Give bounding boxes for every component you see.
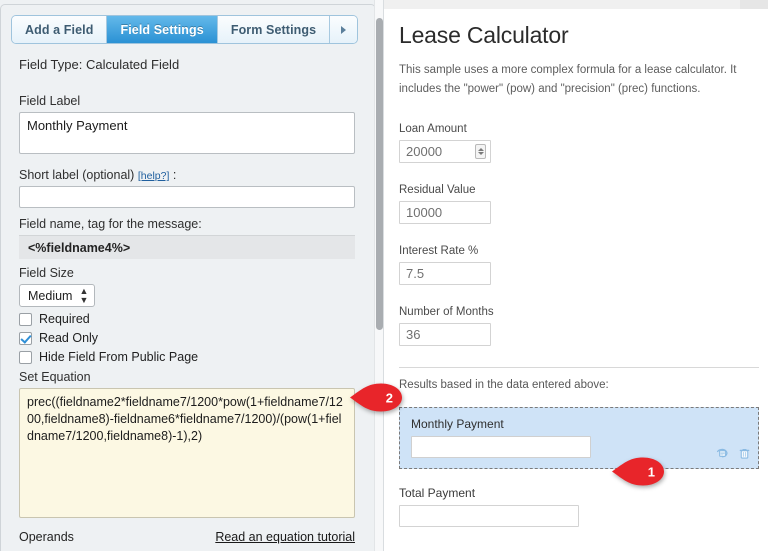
checkbox-read-only[interactable]	[19, 332, 32, 345]
checkbox-required[interactable]	[19, 313, 32, 326]
short-label-caption-colon: :	[173, 168, 176, 182]
spinner-down-arrow-icon[interactable]	[478, 152, 484, 155]
section-divider	[399, 367, 759, 368]
field-name-caption: Field name, tag for the message:	[19, 217, 359, 231]
top-background-strip-accent	[740, 0, 768, 9]
chevron-right-icon	[341, 26, 346, 34]
field-settings-panel-inner: Add a Field Field Settings Form Settings…	[0, 4, 376, 551]
spinner-up-arrow-icon[interactable]	[478, 148, 484, 151]
field-group-number-of-months: Number of Months	[399, 306, 759, 346]
field-settings-panel: Add a Field Field Settings Form Settings…	[0, 0, 384, 551]
tab-field-settings[interactable]: Field Settings	[107, 16, 217, 43]
screenshot-root: Add a Field Field Settings Form Settings…	[0, 0, 768, 551]
operands-label: Operands	[19, 530, 74, 544]
callout-marker-1-number: 1	[648, 464, 655, 479]
equation-tutorial-link[interactable]: Read an equation tutorial	[215, 530, 355, 544]
checkbox-required-label: Required	[39, 312, 90, 326]
tab-field-settings-label: Field Settings	[120, 23, 203, 37]
field-group-total-payment: Total Payment	[399, 486, 759, 527]
checkbox-hide-field[interactable]	[19, 351, 32, 364]
field-label-caption: Field Label	[19, 94, 359, 108]
field-total-payment-input[interactable]	[399, 505, 579, 527]
short-label-caption-text: Short label (optional)	[19, 168, 134, 182]
field-label-input[interactable]	[19, 112, 355, 154]
field-loan-amount-label: Loan Amount	[399, 123, 759, 135]
short-label-input[interactable]	[19, 186, 355, 208]
top-background-strip	[384, 0, 768, 9]
callout-marker-2-number: 2	[386, 390, 393, 405]
field-size-caption: Field Size	[19, 266, 359, 280]
field-residual-value-label: Residual Value	[399, 184, 759, 196]
field-group-interest-rate: Interest Rate %	[399, 245, 759, 285]
checkbox-row-required[interactable]: Required	[19, 312, 359, 326]
checkbox-row-hide-field[interactable]: Hide Field From Public Page	[19, 350, 359, 364]
set-equation-caption: Set Equation	[19, 370, 359, 384]
loan-amount-input-wrap	[399, 140, 491, 163]
form-preview-content: Lease Calculator This sample uses a more…	[399, 22, 759, 527]
set-equation-input[interactable]	[19, 388, 355, 518]
trash-icon[interactable]	[738, 447, 751, 465]
callout-marker-1: 1	[610, 455, 666, 488]
field-total-payment-label: Total Payment	[399, 486, 759, 500]
tab-overflow-button[interactable]	[330, 16, 357, 43]
callout-marker-2: 2	[348, 381, 404, 414]
field-number-of-months-label: Number of Months	[399, 306, 759, 318]
results-note: Results based in the data entered above:	[399, 379, 759, 391]
page-description: This sample uses a more complex formula …	[399, 61, 749, 99]
field-interest-rate-label: Interest Rate %	[399, 245, 759, 257]
field-name-tag-value: <%fieldname4%>	[19, 235, 355, 259]
field-monthly-payment-input[interactable]	[411, 436, 591, 458]
field-group-loan-amount: Loan Amount	[399, 123, 759, 163]
updown-arrows-icon: ▲▼	[79, 287, 88, 305]
callout-teardrop-icon	[348, 381, 404, 414]
number-spinner-icon[interactable]	[475, 144, 486, 159]
field-residual-value-input[interactable]	[399, 201, 491, 224]
field-monthly-payment-label: Monthly Payment	[411, 417, 747, 431]
spacer	[19, 259, 359, 266]
field-number-of-months-input[interactable]	[399, 323, 491, 346]
page-title: Lease Calculator	[399, 22, 759, 49]
checkbox-hide-field-label: Hide Field From Public Page	[39, 350, 198, 364]
field-size-select[interactable]: Medium ▲▼	[19, 284, 95, 307]
tab-form-settings-label: Form Settings	[231, 23, 316, 37]
row-action-icons	[716, 447, 751, 465]
checkbox-read-only-label: Read Only	[39, 331, 98, 345]
field-type-text: Field Type: Calculated Field	[19, 57, 359, 72]
field-monthly-payment-row[interactable]: Monthly Payment	[399, 407, 759, 469]
callout-teardrop-icon	[610, 455, 666, 488]
field-settings-body: Field Type: Calculated Field Field Label…	[19, 57, 359, 544]
operands-row: Operands Read an equation tutorial	[19, 530, 355, 544]
short-label-caption: Short label (optional) [help?] :	[19, 168, 359, 182]
checkbox-row-read-only[interactable]: Read Only	[19, 331, 359, 345]
short-label-help-link[interactable]: [help?]	[138, 170, 170, 182]
tab-add-a-field[interactable]: Add a Field	[12, 16, 107, 43]
left-panel-scrollbar-thumb[interactable]	[376, 18, 383, 330]
form-preview-panel: Lease Calculator This sample uses a more…	[385, 9, 768, 551]
spacer	[19, 159, 359, 168]
duplicate-icon[interactable]	[716, 447, 729, 465]
field-group-residual-value: Residual Value	[399, 184, 759, 224]
field-interest-rate-input[interactable]	[399, 262, 491, 285]
tab-add-a-field-label: Add a Field	[25, 23, 93, 37]
tab-form-settings[interactable]: Form Settings	[218, 16, 330, 43]
settings-tab-bar: Add a Field Field Settings Form Settings	[11, 15, 358, 44]
field-size-selected-value: Medium	[28, 289, 72, 303]
spacer	[19, 208, 359, 217]
